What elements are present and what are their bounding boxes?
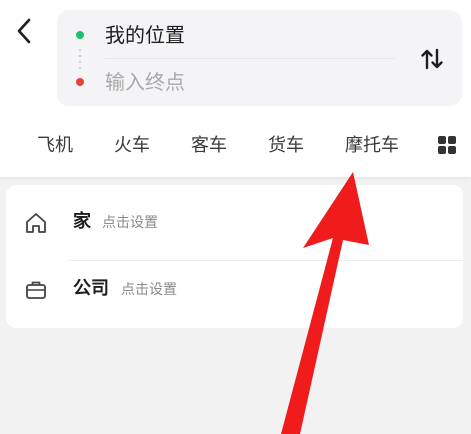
briefcase-icon (26, 281, 46, 299)
tab-plane[interactable]: 飞机 (37, 124, 73, 168)
route-connector (79, 47, 81, 71)
home-icon (26, 213, 46, 233)
start-point-dot (76, 31, 84, 39)
place-row-company[interactable]: 公司 点击设置 (6, 257, 463, 323)
place-row-home[interactable]: 家 点击设置 (6, 190, 463, 261)
end-point-dot (76, 78, 84, 86)
place-name-home: 家 (73, 211, 91, 232)
grid-icon[interactable] (436, 134, 458, 156)
place-name-company: 公司 (73, 278, 109, 299)
swap-vertical-icon (421, 48, 443, 70)
tab-train[interactable]: 火车 (114, 124, 150, 168)
favorite-places-card: 家 点击设置 公司 点击设置 (6, 185, 463, 328)
chevron-left-icon (17, 18, 31, 44)
route-input-box: 我的位置 输入终点 (57, 10, 462, 106)
tab-truck[interactable]: 货车 (268, 124, 304, 168)
tab-motorcycle[interactable]: 摩托车 (345, 124, 399, 168)
tab-coach[interactable]: 客车 (191, 124, 227, 168)
place-hint-home: 点击设置 (102, 215, 158, 231)
search-header: 我的位置 输入终点 飞机 火车 客车 货车 摩托车 (0, 0, 471, 177)
swap-button[interactable] (418, 46, 446, 72)
place-hint-company: 点击设置 (121, 282, 177, 298)
destination-input[interactable]: 输入终点 (105, 70, 185, 94)
start-location-field[interactable]: 我的位置 (105, 23, 185, 47)
back-button[interactable] (10, 14, 38, 48)
route-divider (105, 58, 395, 59)
transport-tabs: 飞机 火车 客车 货车 摩托车 (0, 124, 471, 168)
